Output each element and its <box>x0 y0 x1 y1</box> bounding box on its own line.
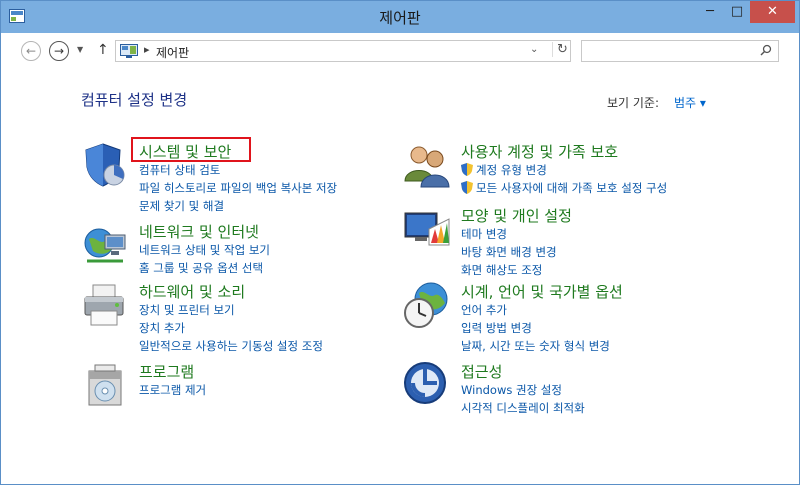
control-panel-window: 제어판 ─ □ ✕ ← → ▼ ↑ ▸ 제어판 ⌄ ↻ 컴퓨터 설정 변경 보기… <box>0 0 800 485</box>
network-globe-icon <box>84 228 126 263</box>
highlight-box <box>131 137 251 162</box>
link-label: 모든 사용자에 대해 가족 보호 설정 구성 <box>476 181 668 195</box>
refresh-icon[interactable]: ↻ <box>552 42 568 57</box>
link-windows-recommended-settings[interactable]: Windows 권장 설정 <box>461 381 585 399</box>
link-optimize-visual-display[interactable]: 시각적 디스플레이 최적화 <box>461 399 585 417</box>
link-desktop-background[interactable]: 바탕 화면 배경 변경 <box>461 243 557 261</box>
breadcrumb-control-panel[interactable]: 제어판 <box>156 44 189 61</box>
link-homegroup-sharing[interactable]: 홈 그룹 및 공유 옵션 선택 <box>139 259 270 277</box>
uac-shield-icon <box>461 181 473 194</box>
address-dropdown-chevron-icon[interactable]: ⌄ <box>530 44 538 55</box>
control-panel-icon <box>120 44 138 58</box>
link-label: 계정 유형 변경 <box>476 163 547 177</box>
link-devices-printers[interactable]: 장치 및 프린터 보기 <box>139 301 323 319</box>
search-icon[interactable] <box>760 44 772 56</box>
link-network-status[interactable]: 네트워크 상태 및 작업 보기 <box>139 241 270 259</box>
link-file-history-backup[interactable]: 파일 히스토리로 파일의 백업 복사본 저장 <box>139 179 337 197</box>
link-add-language[interactable]: 언어 추가 <box>461 301 610 319</box>
minimize-button[interactable]: ─ <box>696 1 724 23</box>
printer-icon <box>84 284 124 326</box>
recent-locations-chevron-icon[interactable]: ▼ <box>77 45 83 54</box>
search-input[interactable] <box>581 40 779 62</box>
up-arrow-icon[interactable]: ↑ <box>97 42 109 58</box>
link-change-account-type[interactable]: 계정 유형 변경 <box>461 161 667 179</box>
link-date-time-number-format[interactable]: 날짜, 시간 또는 숫자 형식 변경 <box>461 337 610 355</box>
link-add-device[interactable]: 장치 추가 <box>139 319 323 337</box>
title-bar[interactable]: 제어판 ─ □ ✕ <box>1 1 799 33</box>
users-icon <box>404 146 450 188</box>
category-title[interactable]: 프로그램 <box>139 361 194 382</box>
link-change-input-method[interactable]: 입력 방법 변경 <box>461 319 610 337</box>
link-screen-resolution[interactable]: 화면 해상도 조정 <box>461 261 557 279</box>
link-uninstall-program[interactable]: 프로그램 제거 <box>139 381 206 399</box>
link-find-fix-problems[interactable]: 문제 찾기 및 해결 <box>139 197 337 215</box>
page-heading: 컴퓨터 설정 변경 <box>81 91 188 109</box>
navigation-bar: ← → ▼ ↑ ▸ 제어판 ⌄ ↻ <box>1 33 799 69</box>
link-change-theme[interactable]: 테마 변경 <box>461 225 557 243</box>
view-by-dropdown[interactable]: 범주 ▾ <box>674 94 706 111</box>
category-title[interactable]: 네트워크 및 인터넷 <box>139 221 259 242</box>
link-mobility-settings[interactable]: 일반적으로 사용하는 기동성 설정 조정 <box>139 337 323 355</box>
programs-icon <box>88 364 122 406</box>
category-title[interactable]: 시계, 언어 및 국가별 옵션 <box>461 281 623 302</box>
shield-icon <box>85 143 125 187</box>
category-title[interactable]: 접근성 <box>461 361 502 382</box>
accessibility-icon <box>404 362 446 404</box>
forward-button[interactable]: → <box>49 41 69 61</box>
category-title[interactable]: 모양 및 개인 설정 <box>461 205 572 226</box>
view-by-label: 보기 기준: <box>607 96 660 110</box>
appearance-icon <box>404 212 450 246</box>
window-title: 제어판 <box>379 9 421 27</box>
link-family-safety[interactable]: 모든 사용자에 대해 가족 보호 설정 구성 <box>461 179 667 197</box>
link-review-computer-status[interactable]: 컴퓨터 상태 검토 <box>139 161 337 179</box>
maximize-button[interactable]: □ <box>724 1 750 23</box>
clock-globe-icon <box>404 282 448 328</box>
uac-shield-icon <box>461 163 473 176</box>
address-bar[interactable]: ▸ 제어판 ⌄ ↻ <box>115 40 571 62</box>
back-button[interactable]: ← <box>21 41 41 61</box>
category-title[interactable]: 사용자 계정 및 가족 보호 <box>461 141 618 162</box>
breadcrumb-separator: ▸ <box>144 43 150 56</box>
category-title[interactable]: 하드웨어 및 소리 <box>139 281 245 302</box>
close-button[interactable]: ✕ <box>750 1 795 23</box>
